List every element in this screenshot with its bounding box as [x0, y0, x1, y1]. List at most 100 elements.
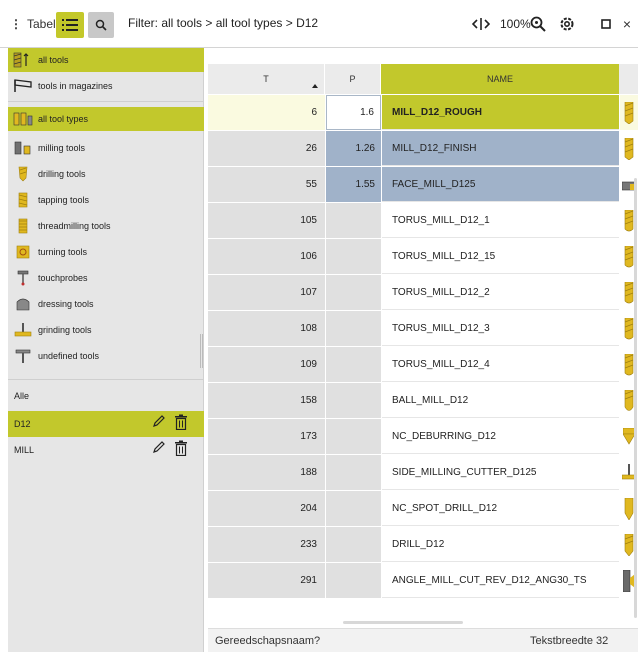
cell-p[interactable]	[326, 383, 381, 418]
cell-t[interactable]: 188	[208, 455, 325, 490]
table-body: 6 1.6 MILL_D12_ROUGH 26 1.26 MILL_D12_FINISH 5…	[208, 95, 638, 599]
cell-name[interactable]: BALL_MILL_D12	[382, 383, 619, 418]
column-header-t[interactable]: T	[208, 64, 325, 94]
sidebar-item-tapping-tools[interactable]: tapping tools	[8, 187, 204, 213]
sidebar-item-undefined-tools[interactable]: undefined tools	[8, 343, 204, 369]
horizontal-scrollbar[interactable]	[343, 621, 463, 624]
panel-splitter[interactable]	[200, 334, 203, 368]
table-row[interactable]: 106 TORUS_MILL_D12_15	[208, 239, 638, 274]
cell-name[interactable]: TORUS_MILL_D12_2	[382, 275, 619, 310]
grinding-tool-icon	[12, 322, 34, 338]
table-row[interactable]: 233 DRILL_D12	[208, 527, 638, 562]
cell-name[interactable]: TORUS_MILL_D12_4	[382, 347, 619, 382]
close-button[interactable]: ×	[620, 14, 634, 34]
cell-p[interactable]	[326, 347, 381, 382]
edit-icon[interactable]	[152, 414, 166, 430]
cell-t[interactable]: 233	[208, 527, 325, 562]
cell-p[interactable]	[326, 419, 381, 454]
cell-t[interactable]: 107	[208, 275, 325, 310]
table-row[interactable]: 108 TORUS_MILL_D12_3	[208, 311, 638, 346]
sidebar-item-tools-in-magazines[interactable]: tools in magazines	[8, 72, 204, 99]
column-header-p[interactable]: P	[325, 64, 381, 94]
split-view-button[interactable]	[470, 14, 492, 34]
table-view-button[interactable]: ⋮ Tabel	[6, 12, 60, 36]
delete-icon[interactable]	[174, 414, 188, 430]
column-header-name[interactable]: NAME	[381, 64, 619, 94]
cell-p[interactable]: 1.6	[326, 95, 381, 130]
cell-name[interactable]: MILL_D12_FINISH	[382, 131, 619, 166]
cell-name[interactable]: NC_SPOT_DRILL_D12	[382, 491, 619, 526]
sidebar-item-threadmilling-tools[interactable]: threadmilling tools	[8, 213, 204, 239]
sidebar-item-touchprobes[interactable]: touchprobes	[8, 265, 204, 291]
cell-t[interactable]: 173	[208, 419, 325, 454]
cell-p[interactable]: 1.55	[326, 167, 381, 202]
cell-name[interactable]: TORUS_MILL_D12_3	[382, 311, 619, 346]
cell-t[interactable]: 109	[208, 347, 325, 382]
cell-t[interactable]: 26	[208, 131, 325, 166]
delete-icon[interactable]	[174, 440, 188, 456]
cell-t[interactable]: 204	[208, 491, 325, 526]
cell-p[interactable]	[326, 311, 381, 346]
cell-p[interactable]	[326, 203, 381, 238]
filter-item-alle[interactable]: Alle	[8, 383, 204, 409]
sort-ascending-icon	[312, 84, 318, 88]
cell-name[interactable]: MILL_D12_ROUGH	[382, 95, 619, 130]
filter-item-mill[interactable]: MILL	[8, 437, 204, 463]
settings-button[interactable]	[556, 13, 578, 35]
cell-t[interactable]: 106	[208, 239, 325, 274]
table-row[interactable]: 55 1.55 FACE_MILL_D125	[208, 167, 638, 202]
sidebar-item-turning-tools[interactable]: turning tools	[8, 239, 204, 265]
table-row[interactable]: 173 NC_DEBURRING_D12	[208, 419, 638, 454]
filter-item-d12[interactable]: D12	[8, 411, 204, 437]
cell-name[interactable]: TORUS_MILL_D12_1	[382, 203, 619, 238]
table-row[interactable]: 105 TORUS_MILL_D12_1	[208, 203, 638, 238]
list-view-button[interactable]	[56, 12, 84, 38]
cell-t[interactable]: 291	[208, 563, 325, 598]
cell-t[interactable]: 55	[208, 167, 325, 202]
cell-name[interactable]: ANGLE_MILL_CUT_REV_D12_ANG30_TS	[382, 563, 619, 598]
cell-t[interactable]: 105	[208, 203, 325, 238]
cell-name[interactable]: DRILL_D12	[382, 527, 619, 562]
cell-t[interactable]: 6	[208, 95, 325, 130]
tool-table: T P NAME 6 1.6 MILL_D12_ROUGH 26 1.26 MILL_D1…	[208, 48, 638, 628]
table-row[interactable]: 204 NC_SPOT_DRILL_D12	[208, 491, 638, 526]
cell-p[interactable]	[326, 455, 381, 490]
search-icon	[95, 19, 107, 31]
table-row[interactable]: 188 SIDE_MILLING_CUTTER_D125	[208, 455, 638, 490]
table-row[interactable]: 291 ANGLE_MILL_CUT_REV_D12_ANG30_TS	[208, 563, 638, 598]
cell-t[interactable]: 108	[208, 311, 325, 346]
maximize-button[interactable]	[598, 14, 614, 34]
torus-mill-icon	[624, 353, 634, 376]
table-row[interactable]: 109 TORUS_MILL_D12_4	[208, 347, 638, 382]
table-row[interactable]: 107 TORUS_MILL_D12_2	[208, 275, 638, 310]
filter-path: Filter: all tools > all tool types > D12	[128, 16, 319, 30]
cell-name[interactable]: NC_DEBURRING_D12	[382, 419, 619, 454]
table-row[interactable]: 6 1.6 MILL_D12_ROUGH	[208, 95, 638, 130]
sidebar-item-all-tools[interactable]: all tools	[8, 48, 204, 72]
end-mill-icon	[624, 137, 634, 160]
cell-p[interactable]	[326, 527, 381, 562]
cell-p[interactable]: 1.26	[326, 131, 381, 166]
cell-t-value: 55	[305, 179, 317, 190]
sidebar-item-milling-tools[interactable]: milling tools	[8, 135, 204, 161]
sidebar-item-dressing-tools[interactable]: dressing tools	[8, 291, 204, 317]
cell-name[interactable]: TORUS_MILL_D12_15	[382, 239, 619, 274]
zoom-button[interactable]	[528, 13, 548, 35]
cell-t-value: 109	[300, 359, 317, 370]
cell-p[interactable]	[326, 491, 381, 526]
cell-p[interactable]	[326, 563, 381, 598]
cell-p[interactable]	[326, 239, 381, 274]
search-button[interactable]	[88, 12, 114, 38]
table-row[interactable]: 158 BALL_MILL_D12	[208, 383, 638, 418]
column-header-more[interactable]	[619, 64, 638, 94]
vertical-scrollbar[interactable]	[634, 178, 637, 618]
sidebar-item-all-tool-types[interactable]: all tool types	[8, 107, 204, 131]
table-row[interactable]: 26 1.26 MILL_D12_FINISH	[208, 131, 638, 166]
cell-name[interactable]: FACE_MILL_D125	[382, 167, 619, 202]
cell-name[interactable]: SIDE_MILLING_CUTTER_D125	[382, 455, 619, 490]
cell-p[interactable]	[326, 275, 381, 310]
cell-t[interactable]: 158	[208, 383, 325, 418]
sidebar-item-grinding-tools[interactable]: grinding tools	[8, 317, 204, 343]
edit-icon[interactable]	[152, 440, 166, 456]
sidebar-item-drilling-tools[interactable]: drilling tools	[8, 161, 204, 187]
